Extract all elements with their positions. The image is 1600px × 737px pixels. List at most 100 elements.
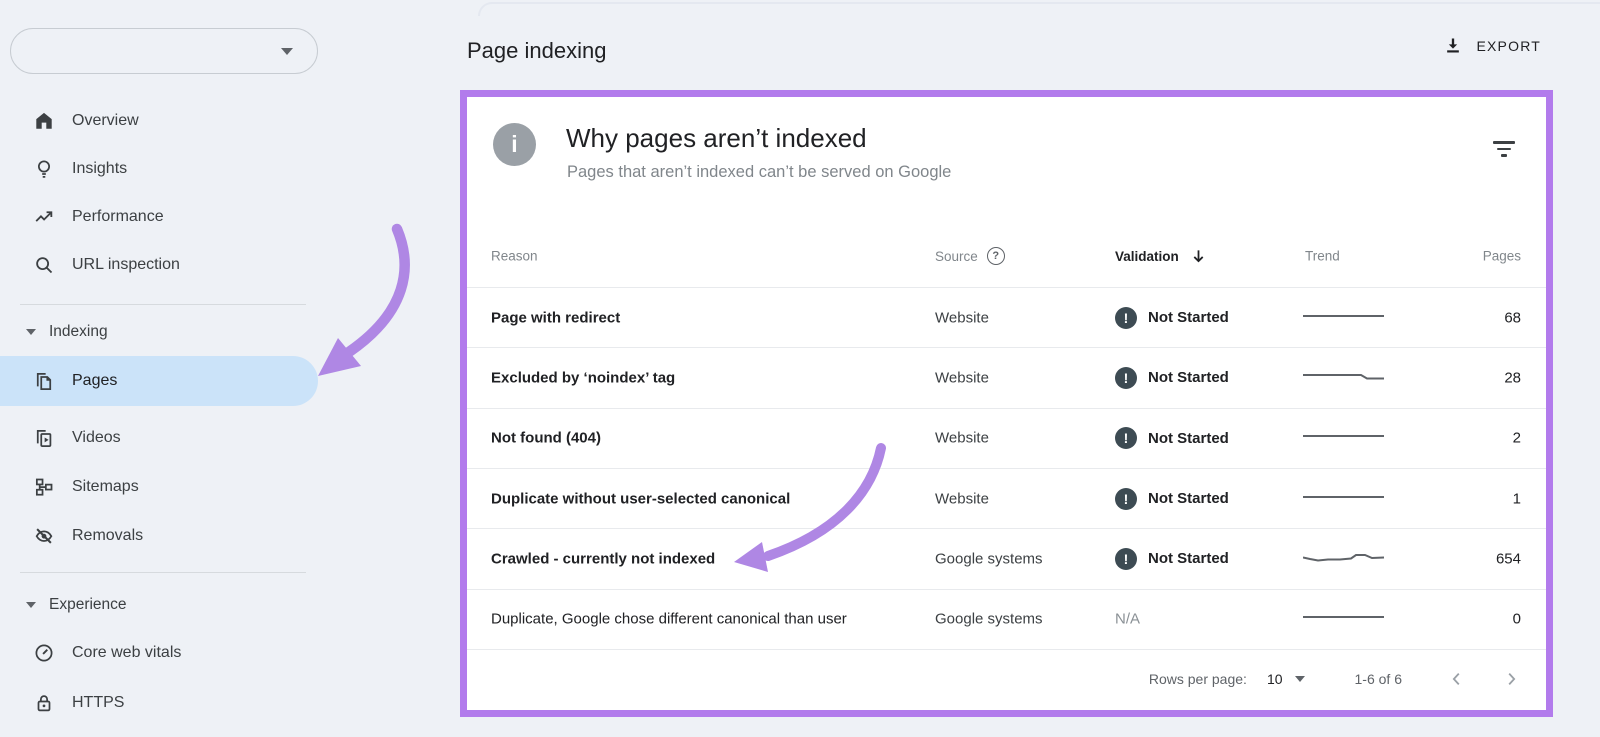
column-header-validation[interactable]: Validation (1115, 248, 1206, 264)
sidebar-section-experience[interactable]: Experience (0, 591, 318, 619)
section-label: Experience (49, 596, 127, 613)
reason-cell: Not found (404) (491, 429, 601, 447)
sidebar-item-insights[interactable]: Insights (0, 145, 318, 193)
source-cell: Website (935, 369, 989, 387)
error-badge-icon: ! (1115, 306, 1137, 329)
property-selector[interactable] (10, 28, 318, 74)
trend-sparkline (1303, 308, 1385, 327)
sidebar-item-removals[interactable]: Removals (0, 512, 318, 560)
section-label: Indexing (49, 323, 108, 340)
sidebar-item-https[interactable]: HTTPS (0, 679, 318, 727)
sidebar-item-label: Videos (72, 429, 121, 446)
lightbulb-icon (32, 157, 56, 181)
sidebar-item-label: Sitemaps (72, 478, 139, 495)
error-badge-icon: ! (1115, 547, 1137, 570)
sidebar-item-performance[interactable]: Performance (0, 193, 318, 241)
sidebar-item-label: Insights (72, 160, 128, 177)
column-header-pages[interactable]: Pages (1483, 249, 1521, 264)
validation-status: Not Started (1148, 309, 1229, 327)
sidebar-item-videos[interactable]: Videos (0, 414, 318, 462)
table-row[interactable]: Duplicate, Google chose different canoni… (467, 590, 1546, 650)
validation-cell: ! Not Started (1115, 547, 1229, 570)
collapse-triangle-icon (26, 602, 36, 608)
column-header-source[interactable]: Source ? (935, 247, 1005, 265)
searchbar-edge-remnant (478, 2, 1600, 16)
reason-cell: Duplicate, Google chose different canoni… (491, 610, 847, 628)
reason-cell: Excluded by ‘noindex’ tag (491, 369, 676, 387)
validation-na: N/A (1115, 610, 1141, 628)
source-cell: Google systems (935, 550, 1043, 568)
why-pages-arent-indexed-card: i Why pages aren’t indexed Pages that ar… (460, 90, 1553, 717)
table-row[interactable]: Excluded by ‘noindex’ tag Website! Not Sta… (467, 348, 1546, 409)
table-row[interactable]: Crawled - currently not indexed Google sy… (467, 529, 1546, 590)
card-header: i Why pages aren’t indexed Pages that ar… (467, 97, 1546, 225)
trending-up-icon (32, 205, 56, 229)
table-row[interactable]: Page with redirect Website! Not Started 68 (467, 288, 1546, 349)
card-subtitle: Pages that aren’t indexed can’t be serve… (567, 163, 952, 181)
pages-count: 28 (1504, 369, 1521, 387)
rows-per-page-label: Rows per page: (1148, 671, 1247, 688)
source-cell: Google systems (935, 610, 1043, 628)
card-title: Why pages aren’t indexed (566, 123, 867, 153)
export-button[interactable]: EXPORT (1443, 36, 1541, 56)
reason-cell: Page with redirect (491, 309, 621, 327)
validation-status: Not Started (1148, 429, 1229, 447)
chevron-down-icon (1294, 676, 1305, 683)
sidebar-item-label: URL inspection (72, 256, 180, 273)
trend-sparkline (1302, 549, 1385, 568)
sidebar: Overview Insights Performance URL inspec… (0, 0, 440, 737)
page: Overview Insights Performance URL inspec… (0, 0, 1600, 737)
home-icon (32, 109, 56, 133)
sidebar-item-label: HTTPS (72, 694, 125, 711)
column-header-trend[interactable]: Trend (1305, 249, 1340, 264)
filter-icon[interactable] (1492, 141, 1516, 161)
pagination-bar: Rows per page: 10 1-6 of 6 (467, 650, 1546, 709)
search-icon (32, 253, 56, 277)
validation-status: Not Started (1148, 369, 1229, 387)
sidebar-divider (20, 304, 306, 305)
column-header-reason[interactable]: Reason (491, 249, 538, 264)
rows-per-page-select[interactable]: 10 (1267, 671, 1305, 687)
table-row[interactable]: Duplicate without user-selected canonica… (467, 469, 1546, 530)
reason-cell: Duplicate without user-selected canonica… (491, 490, 791, 508)
validation-status: Not Started (1148, 550, 1229, 568)
next-page-button[interactable] (1502, 670, 1520, 688)
collapse-triangle-icon (26, 329, 36, 335)
sidebar-section-indexing[interactable]: Indexing (0, 318, 318, 346)
speedometer-icon (32, 641, 56, 665)
table-body: Page with redirect Website! Not Started 68 E… (467, 288, 1546, 650)
table-header: Reason Source ? Validation Trend Pages (467, 225, 1546, 288)
sidebar-item-pages[interactable]: Pages (0, 356, 318, 406)
table-row[interactable]: Not found (404) Website! Not Started 2 (467, 409, 1546, 469)
trend-sparkline (1303, 368, 1385, 387)
sitemap-icon (32, 475, 56, 499)
pages-count: 0 (1512, 610, 1521, 628)
source-cell: Website (935, 309, 989, 327)
help-icon[interactable]: ? (986, 247, 1005, 265)
pages-icon (32, 369, 56, 393)
pages-count: 1 (1512, 490, 1521, 508)
column-header-label: Source (935, 248, 978, 264)
validation-cell: ! Not Started (1115, 306, 1229, 329)
source-cell: Website (935, 429, 989, 447)
error-badge-icon: ! (1115, 366, 1137, 389)
sidebar-item-sitemaps[interactable]: Sitemaps (0, 463, 318, 511)
lock-icon (32, 691, 56, 715)
export-label: EXPORT (1476, 38, 1541, 54)
sidebar-item-core-web-vitals[interactable]: Core web vitals (0, 629, 318, 677)
trend-sparkline (1303, 429, 1385, 448)
sidebar-item-overview[interactable]: Overview (0, 97, 318, 145)
source-cell: Website (935, 490, 989, 508)
pagination-range: 1-6 of 6 (1354, 671, 1402, 688)
validation-cell: ! Not Started (1115, 487, 1229, 510)
rows-per-page-value: 10 (1266, 671, 1283, 688)
error-badge-icon: ! (1115, 427, 1137, 450)
validation-status: Not Started (1148, 490, 1229, 508)
sidebar-item-label: Performance (72, 208, 164, 225)
sidebar-item-url-inspection[interactable]: URL inspection (0, 241, 318, 289)
column-header-label: Validation (1115, 248, 1179, 264)
validation-cell: ! Not Started (1115, 366, 1229, 389)
info-icon: i (493, 123, 536, 166)
previous-page-button[interactable] (1448, 670, 1466, 688)
page-title: Page indexing (467, 38, 607, 63)
